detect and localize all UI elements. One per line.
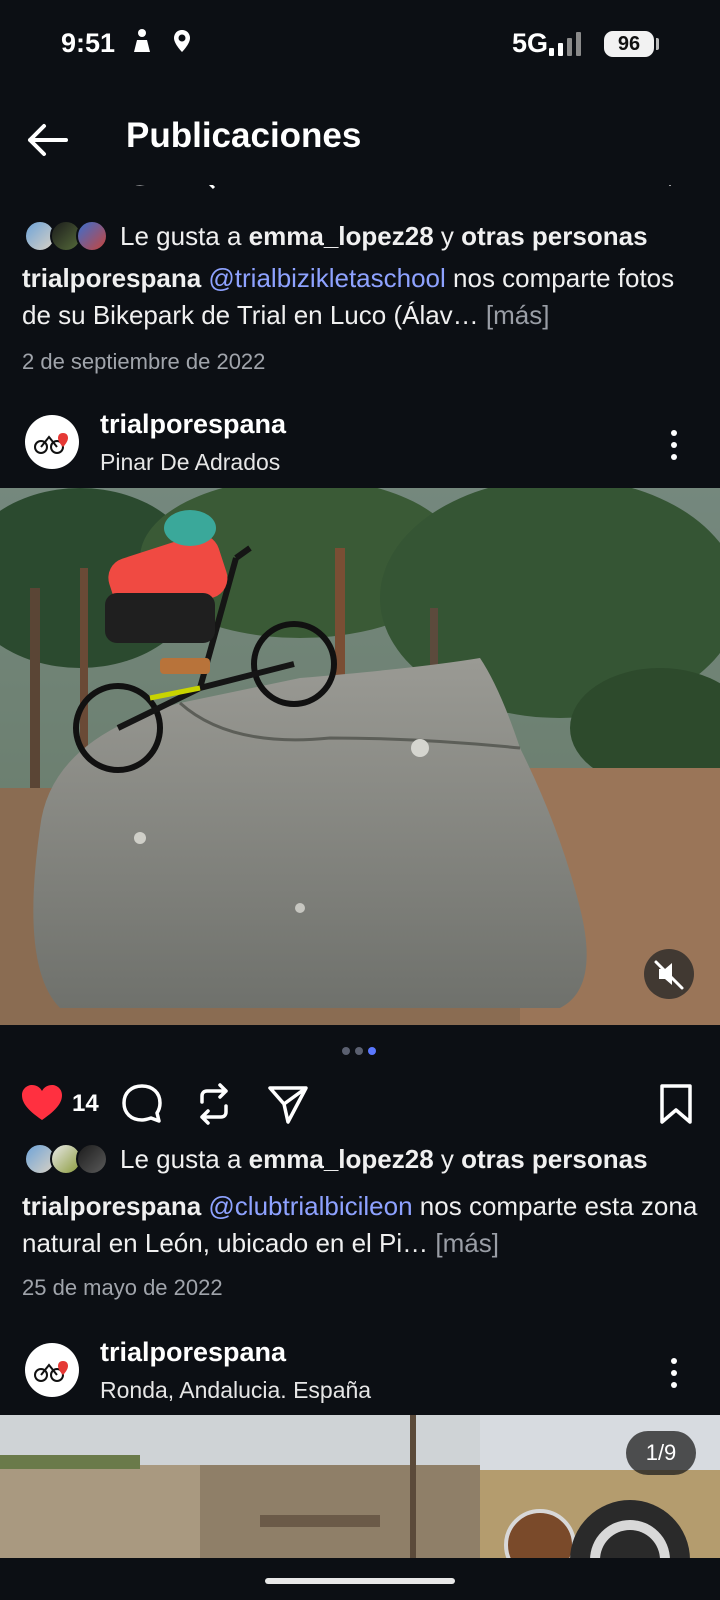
avatar	[76, 220, 108, 252]
mute-icon[interactable]	[644, 949, 694, 999]
network-type: 5G	[512, 28, 549, 58]
status-time: 9:51	[61, 28, 116, 58]
post-location[interactable]: Ronda, Andalucia. España	[100, 1377, 371, 1404]
post-photo-carousel	[0, 1415, 720, 1560]
battery-level: 96	[604, 31, 654, 57]
caption-author[interactable]: trialporespana	[22, 263, 201, 293]
share-icon[interactable]	[266, 1082, 310, 1126]
caption-mention[interactable]: @trialbizikletaschool	[208, 263, 445, 293]
comment-icon[interactable]	[120, 1082, 164, 1126]
battery-tip	[656, 38, 659, 50]
likes-row[interactable]: Le gusta a emma_lopez28 y otras personas	[24, 1139, 704, 1179]
post-header: trialporespana Pinar De Adrados	[0, 405, 720, 485]
back-arrow-icon[interactable]	[22, 114, 74, 166]
likes-prefix: Le gusta a	[120, 221, 242, 251]
trial-logo-icon	[34, 1361, 68, 1382]
kebab-icon[interactable]	[662, 1355, 686, 1391]
likes-others[interactable]: otras personas	[461, 221, 647, 251]
carousel-counter: 1/9	[626, 1431, 696, 1475]
page-title: Publicaciones	[126, 116, 362, 155]
liked-by-avatars	[24, 220, 108, 252]
liked-by-avatars	[24, 1143, 108, 1175]
heart-icon[interactable]	[20, 1082, 64, 1126]
post-username[interactable]: trialporespana	[100, 409, 286, 440]
kebab-icon[interactable]	[662, 427, 686, 463]
carousel-dot	[355, 1047, 363, 1055]
post-media[interactable]: 1/9	[0, 1415, 720, 1560]
liked-by-user[interactable]: emma_lopez28	[249, 1144, 434, 1174]
post-location[interactable]: Pinar De Adrados	[100, 449, 280, 476]
carousel-dot	[342, 1047, 350, 1055]
trial-logo-icon	[34, 433, 68, 454]
post-date: 2 de septiembre de 2022	[22, 349, 266, 374]
caption-author[interactable]: trialporespana	[22, 1191, 201, 1221]
likes-row[interactable]: Le gusta a emma_lopez28 y otras personas	[24, 216, 704, 256]
likes-others[interactable]: otras personas	[461, 1144, 647, 1174]
post-actions: 14	[0, 1078, 720, 1128]
likes-summary: Le gusta a emma_lopez28 y otras personas	[120, 221, 648, 252]
post-photo-trial-bike	[0, 488, 720, 1025]
carousel-indicator	[342, 1047, 382, 1057]
post-header: trialporespana Ronda, Andalucia. España	[0, 1333, 720, 1413]
post-username[interactable]: trialporespana	[100, 1337, 286, 1368]
likes-conj: y	[440, 1144, 454, 1174]
home-indicator[interactable]	[265, 1578, 455, 1584]
status-bar: 9:51 5G 96	[0, 0, 720, 90]
post-caption: trialporespana @trialbizikletaschool nos…	[22, 260, 702, 334]
post-date: 25 de mayo de 2022	[22, 1275, 223, 1300]
repost-icon[interactable]	[192, 1082, 236, 1126]
caption-mention[interactable]: @clubtrialbicileon	[208, 1191, 412, 1221]
activity-person-icon	[134, 29, 150, 52]
likes-prefix: Le gusta a	[120, 1144, 242, 1174]
signal-icon	[549, 32, 581, 56]
app-header: Publicaciones	[0, 90, 720, 185]
location-icon	[174, 30, 190, 52]
bookmark-icon[interactable]	[654, 1082, 698, 1126]
profile-avatar[interactable]	[25, 1343, 79, 1397]
post-caption: trialporespana @clubtrialbicileon nos co…	[22, 1188, 702, 1262]
likes-summary: Le gusta a emma_lopez28 y otras personas	[120, 1144, 648, 1175]
like-count[interactable]: 14	[72, 1090, 99, 1118]
profile-avatar[interactable]	[25, 415, 79, 469]
more-link[interactable]: [más]	[486, 300, 550, 330]
liked-by-user[interactable]: emma_lopez28	[249, 221, 434, 251]
post-media[interactable]	[0, 488, 720, 1025]
avatar	[76, 1143, 108, 1175]
carousel-dot-active	[368, 1047, 376, 1055]
likes-conj: y	[440, 221, 454, 251]
more-link[interactable]: [más]	[435, 1228, 499, 1258]
